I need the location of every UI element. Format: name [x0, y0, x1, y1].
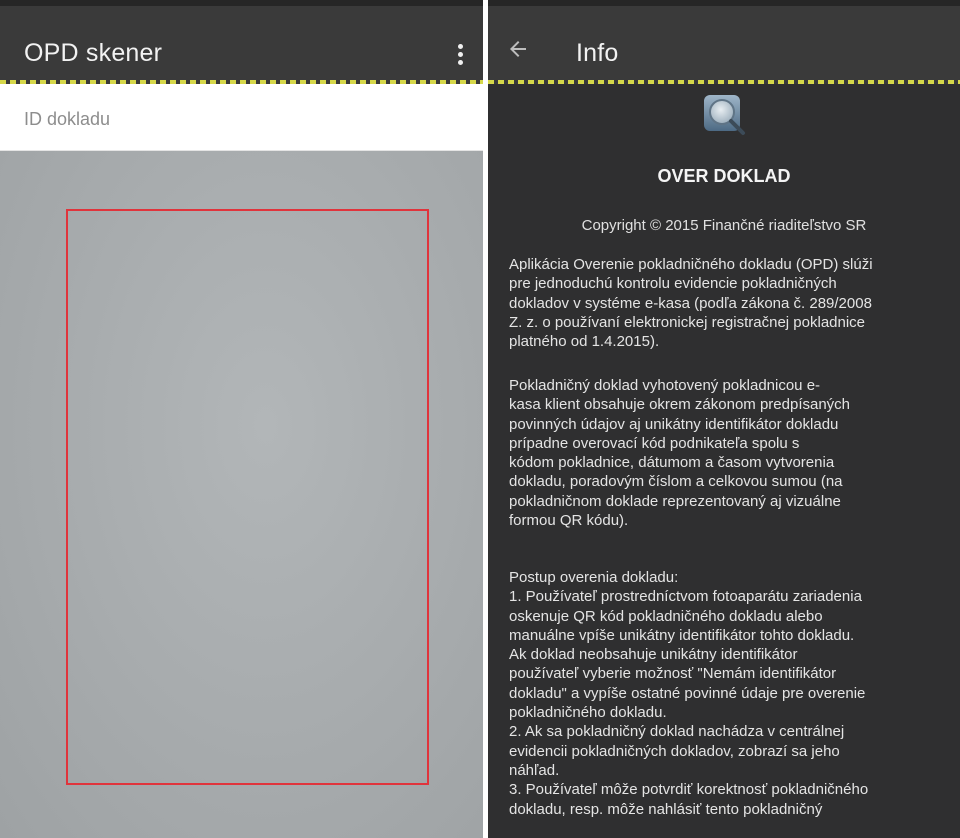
text-line: platného od 1.4.2015). [509, 333, 660, 351]
info-title: Info [576, 39, 619, 67]
id-field-container [0, 84, 483, 151]
more-vert-icon[interactable] [455, 44, 465, 68]
text-line: náhľad. [509, 761, 560, 779]
text-line: 3. Používateľ môže potvrdiť korektnosť p… [509, 781, 869, 799]
text-line: dokladu" a vypíše ostatné povinné údaje … [509, 684, 866, 702]
text-line: kódom pokladnice, dátumom a časom vytvor… [509, 454, 835, 472]
scanner-app-bar: OPD skener [0, 0, 483, 80]
text-line: povinných údajov aj unikátny identifikát… [509, 415, 839, 433]
text-line: Postup overenia dokladu: [509, 569, 679, 586]
text-line: evidencii pokladničných dokladov, zobraz… [509, 742, 840, 760]
text-line: Z. z. o používaní elektronickej registra… [509, 313, 866, 331]
info-app-bar: Info [488, 0, 960, 80]
camera-preview[interactable] [0, 151, 483, 838]
text-line: Aplikácia Overenie pokladničného dokladu… [509, 256, 873, 273]
text-line: oskenuje QR kód pokladničného dokladu al… [509, 607, 823, 625]
text-line: prípadne overovací kód podnikateľa spolu… [509, 434, 800, 452]
text-line: pokladničného dokladu. [509, 704, 667, 722]
qr-scan-frame [66, 209, 429, 785]
document-id-input[interactable] [24, 102, 444, 136]
text-line: dokladu, poradovým číslom a celkovou sum… [509, 473, 843, 491]
text-line: Ak doklad neobsahuje unikátny identifiká… [509, 646, 798, 664]
text-line: formou QR kódu). [509, 512, 629, 530]
text-line: pre jednoduchú kontrolu evidencie poklad… [509, 275, 837, 293]
text-line: kasa klient obsahuje okrem zákonom predp… [509, 396, 851, 414]
text-line: 1. Používateľ prostredníctvom fotoaparát… [509, 588, 862, 606]
text-line: používateľ vyberie možnosť "Nemám identi… [509, 665, 837, 683]
arrow-back-icon[interactable] [506, 37, 530, 61]
scanner-screen: OPD skener [0, 0, 483, 838]
app-bar-title: OPD skener [24, 39, 163, 67]
app-name: OVER DOKLAD [657, 166, 791, 186]
info-screen: Info OVER DOKLAD Copyright © 2015 Finanč… [488, 0, 960, 838]
text-line: manuálne vpíše unikátny identifikátor to… [509, 626, 855, 644]
text-line: 2. Ak sa pokladničný doklad nachádza v c… [509, 723, 845, 741]
receipt-paragraph: Pokladničný doklad vyhotovený pokladnico… [509, 376, 954, 530]
info-content[interactable]: OVER DOKLAD Copyright © 2015 Finančné ri… [488, 84, 960, 838]
text-line: dokladov v systéme e-kasa (podľa zákona … [509, 294, 872, 312]
procedure-paragraph: Postup overenia dokladu: 1. Používateľ p… [509, 568, 954, 819]
text-line: Pokladničný doklad vyhotovený pokladnico… [509, 377, 821, 394]
copyright-text: Copyright © 2015 Finančné riaditeľstvo S… [581, 217, 867, 234]
text-line: dokladu, resp. môže nahlásiť tento pokla… [509, 800, 823, 818]
description-paragraph: Aplikácia Overenie pokladničného dokladu… [509, 255, 954, 351]
magnifier-app-icon [704, 95, 745, 135]
text-line: pokladničnom doklade reprezentovaný aj v… [509, 492, 841, 510]
